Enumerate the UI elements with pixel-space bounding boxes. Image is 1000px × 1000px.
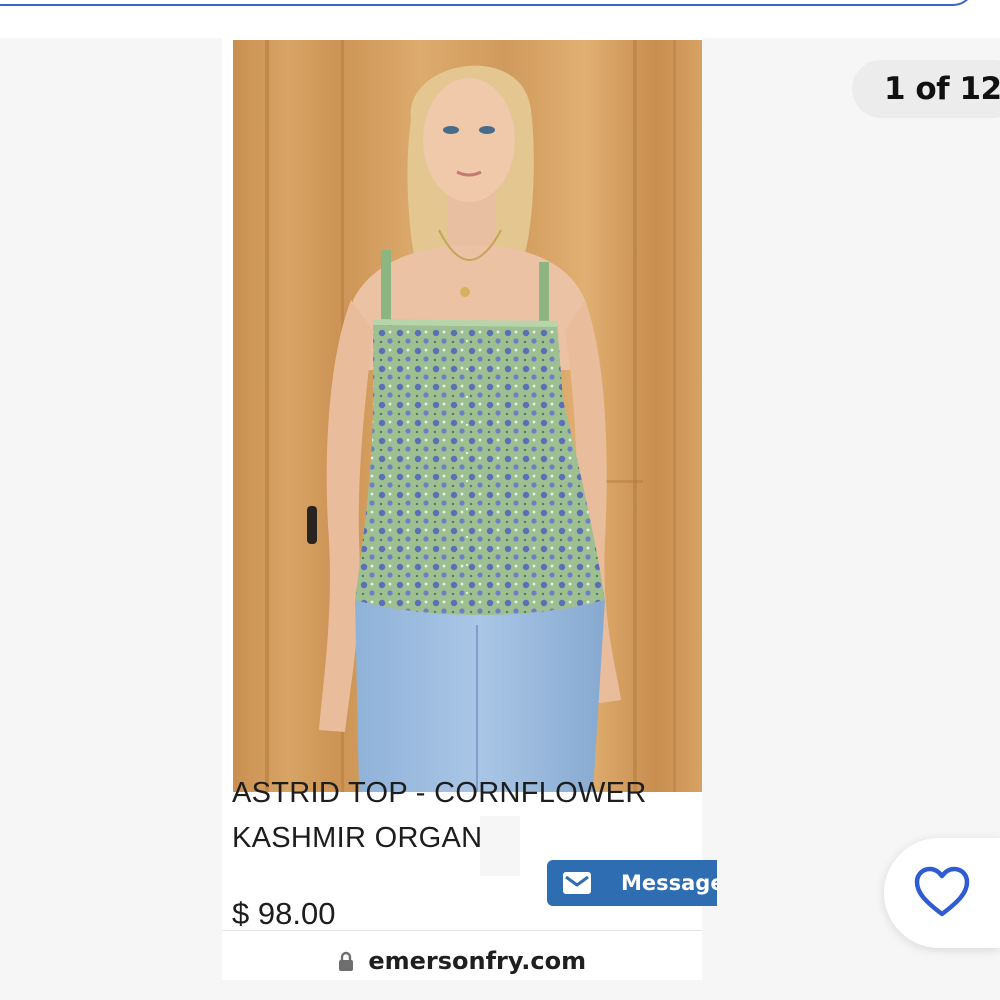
favorite-button[interactable]: [884, 838, 1000, 948]
button-clip-mask: [480, 816, 520, 876]
product-title[interactable]: ASTRID TOP - CORNFLOWER KASHMIR ORGANIC: [232, 771, 702, 861]
browser-url-bar[interactable]: emersonfry.com: [222, 930, 702, 980]
search-bar-edge[interactable]: [0, 0, 975, 6]
heart-outline-icon: [914, 866, 970, 917]
lock-icon: [338, 951, 353, 971]
product-image[interactable]: [233, 40, 702, 792]
url-text: emersonfry.com: [368, 947, 587, 975]
message-button-label: Message: [621, 871, 717, 895]
image-counter: 1 of 12: [852, 60, 1000, 118]
product-title-line-2: KASHMIR ORGANIC: [232, 822, 513, 854]
product-photo-illustration: [265, 40, 676, 792]
product-price: $ 98.00: [232, 896, 336, 931]
envelope-icon: [563, 872, 591, 894]
product-card: ASTRID TOP - CORNFLOWER KASHMIR ORGANIC …: [222, 38, 717, 980]
message-button[interactable]: Message: [547, 860, 717, 906]
product-title-line-1: ASTRID TOP - CORNFLOWER: [232, 777, 647, 809]
